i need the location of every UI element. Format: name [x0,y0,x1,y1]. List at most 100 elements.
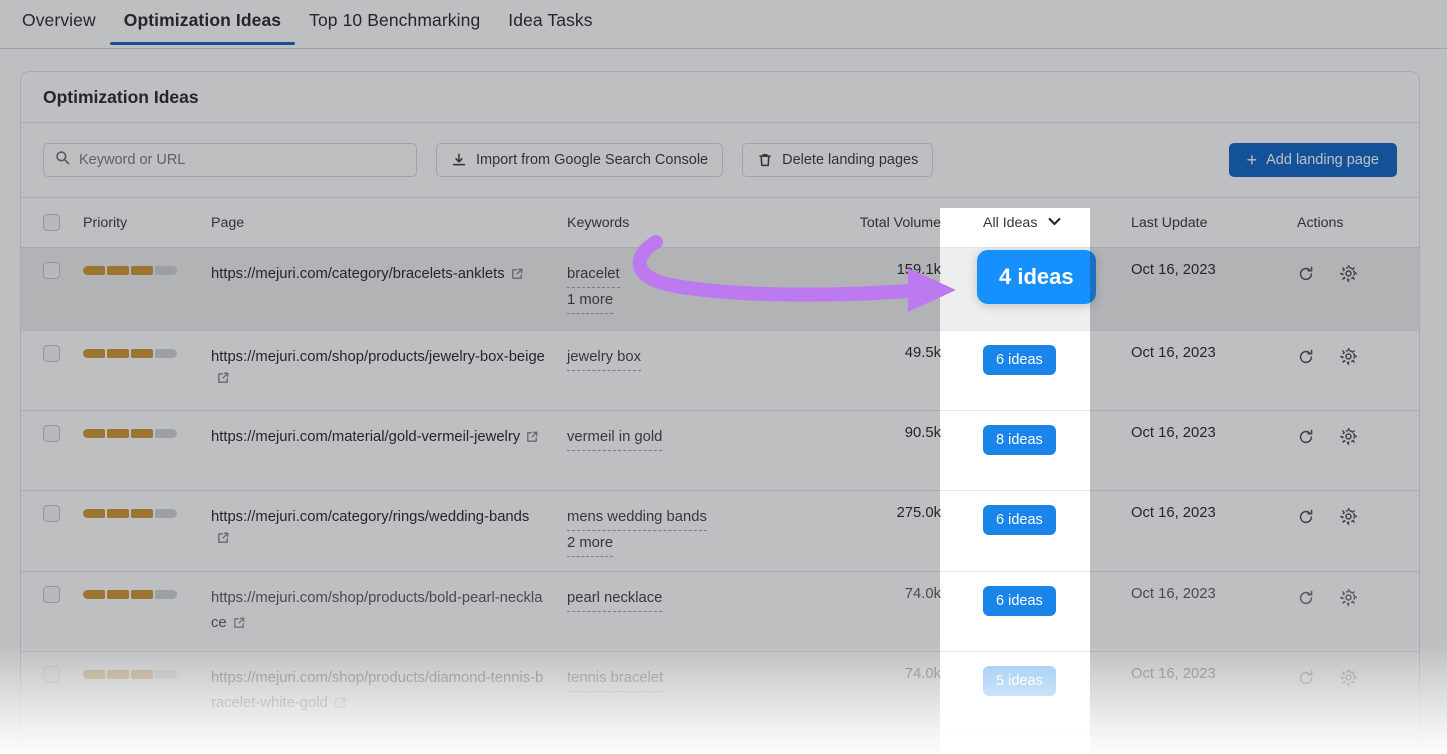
priority-bars [83,425,191,438]
priority-cell [73,331,201,411]
ideas-badge[interactable]: 6 ideas [983,345,1056,375]
ideas-badge[interactable]: 6 ideas [983,586,1056,616]
priority-cell [73,411,201,491]
external-link-icon[interactable] [510,267,524,285]
keywords-cell: jewelry box [557,331,819,411]
keywords-cell: pearl necklace [557,572,819,652]
ideas-cell: 4 ideas [959,248,1109,331]
table-row[interactable]: https://mejuri.com/category/rings/weddin… [21,491,1420,572]
table-row[interactable]: https://mejuri.com/shop/products/diamond… [21,652,1420,732]
last-update-cell: Oct 16, 2023 [1109,652,1275,732]
row-checkbox[interactable] [43,505,60,522]
table-body: https://mejuri.com/category/bracelets-an… [21,248,1420,732]
external-link-icon[interactable] [232,616,246,634]
gear-icon[interactable] [1339,347,1358,370]
refresh-icon[interactable] [1297,589,1315,611]
ideas-badge[interactable]: 4 ideas [977,250,1096,304]
external-link-icon[interactable] [216,531,230,549]
ideas-table-wrap: Priority Page Keywords Total Volume All … [21,197,1419,732]
page-url[interactable]: https://mejuri.com/category/bracelets-an… [211,266,505,282]
page-cell: https://mejuri.com/category/rings/weddin… [201,491,557,572]
keyword-link[interactable]: pearl necklace [567,586,662,612]
row-checkbox[interactable] [43,586,60,603]
delete-landing-pages-button[interactable]: Delete landing pages [742,143,933,177]
add-landing-page-button[interactable]: + Add landing page [1229,143,1397,177]
table-row[interactable]: https://mejuri.com/shop/products/jewelry… [21,331,1420,411]
row-checkbox[interactable] [43,345,60,362]
external-link-icon[interactable] [525,430,539,448]
tab-overview[interactable]: Overview [8,0,110,45]
select-all-checkbox[interactable] [43,214,60,231]
keyword-link[interactable]: jewelry box [567,345,641,371]
plus-icon: + [1247,151,1258,169]
keyword-more-link[interactable]: 1 more [567,288,613,314]
page-url[interactable]: https://mejuri.com/material/gold-vermeil… [211,429,520,445]
table-row[interactable]: https://mejuri.com/shop/products/bold-pe… [21,572,1420,652]
refresh-icon[interactable] [1297,348,1315,370]
keyword-more-link[interactable]: 2 more [567,531,613,557]
table-header-row: Priority Page Keywords Total Volume All … [21,198,1420,248]
table-row[interactable]: https://mejuri.com/material/gold-vermeil… [21,411,1420,491]
priority-bars [83,262,191,275]
keyword-link[interactable]: mens wedding bands [567,505,707,531]
search-box[interactable] [43,143,417,177]
gear-icon[interactable] [1339,588,1358,611]
header-all-ideas[interactable]: All Ideas [959,198,1109,248]
priority-cell [73,491,201,572]
tab-bar: Overview Optimization Ideas Top 10 Bench… [0,0,1447,49]
page-url[interactable]: https://mejuri.com/shop/products/diamond… [211,670,543,711]
row-checkbox[interactable] [43,425,60,442]
tab-top-10-benchmarking[interactable]: Top 10 Benchmarking [295,0,494,45]
header-priority[interactable]: Priority [73,198,201,248]
tab-idea-tasks[interactable]: Idea Tasks [494,0,606,45]
import-label: Import from Google Search Console [476,152,708,168]
actions-cell [1275,652,1420,732]
page-url[interactable]: https://mejuri.com/shop/products/jewelry… [211,349,545,365]
page-title: Optimization Ideas [43,87,199,108]
refresh-icon[interactable] [1297,508,1315,530]
row-checkbox[interactable] [43,666,60,683]
gear-icon[interactable] [1339,507,1358,530]
total-volume-cell: 90.5k [819,411,959,491]
total-volume-cell: 159.1k [819,248,959,331]
external-link-icon[interactable] [216,371,230,389]
tab-optimization-ideas[interactable]: Optimization Ideas [110,0,295,45]
keyword-link[interactable]: tennis bracelet [567,666,663,692]
page-cell: https://mejuri.com/category/bracelets-an… [201,248,557,331]
ideas-badge[interactable]: 5 ideas [983,666,1056,696]
page-url[interactable]: https://mejuri.com/category/rings/weddin… [211,509,529,525]
import-from-gsc-button[interactable]: Import from Google Search Console [436,143,723,177]
ideas-badge[interactable]: 6 ideas [983,505,1056,535]
external-link-icon[interactable] [333,696,347,714]
priority-bars [83,586,191,599]
tab-label: Overview [22,10,96,30]
ideas-badge[interactable]: 8 ideas [983,425,1056,455]
gear-icon[interactable] [1339,668,1358,691]
table-row[interactable]: https://mejuri.com/category/bracelets-an… [21,248,1420,331]
keyword-link[interactable]: vermeil in gold [567,425,662,451]
search-input[interactable] [79,152,405,168]
gear-icon[interactable] [1339,427,1358,450]
last-update-cell: Oct 16, 2023 [1109,411,1275,491]
refresh-icon[interactable] [1297,669,1315,691]
add-label: Add landing page [1266,152,1379,168]
header-page[interactable]: Page [201,198,557,248]
keywords-cell: tennis bracelet [557,652,819,732]
header-keywords[interactable]: Keywords [557,198,819,248]
trash-icon [757,152,773,168]
header-last-update[interactable]: Last Update [1109,198,1275,248]
keywords-cell: vermeil in gold [557,411,819,491]
priority-bars [83,666,191,679]
keyword-link[interactable]: bracelet [567,262,620,288]
ideas-cell: 8 ideas [959,411,1109,491]
page-url[interactable]: https://mejuri.com/shop/products/bold-pe… [211,590,542,631]
total-volume-cell: 74.0k [819,652,959,732]
priority-cell [73,652,201,732]
gear-icon[interactable] [1339,264,1358,287]
refresh-icon[interactable] [1297,265,1315,287]
row-checkbox[interactable] [43,262,60,279]
header-total-volume[interactable]: Total Volume [819,198,959,248]
chevron-down-icon[interactable] [1048,214,1061,230]
search-icon [55,150,70,170]
refresh-icon[interactable] [1297,428,1315,450]
